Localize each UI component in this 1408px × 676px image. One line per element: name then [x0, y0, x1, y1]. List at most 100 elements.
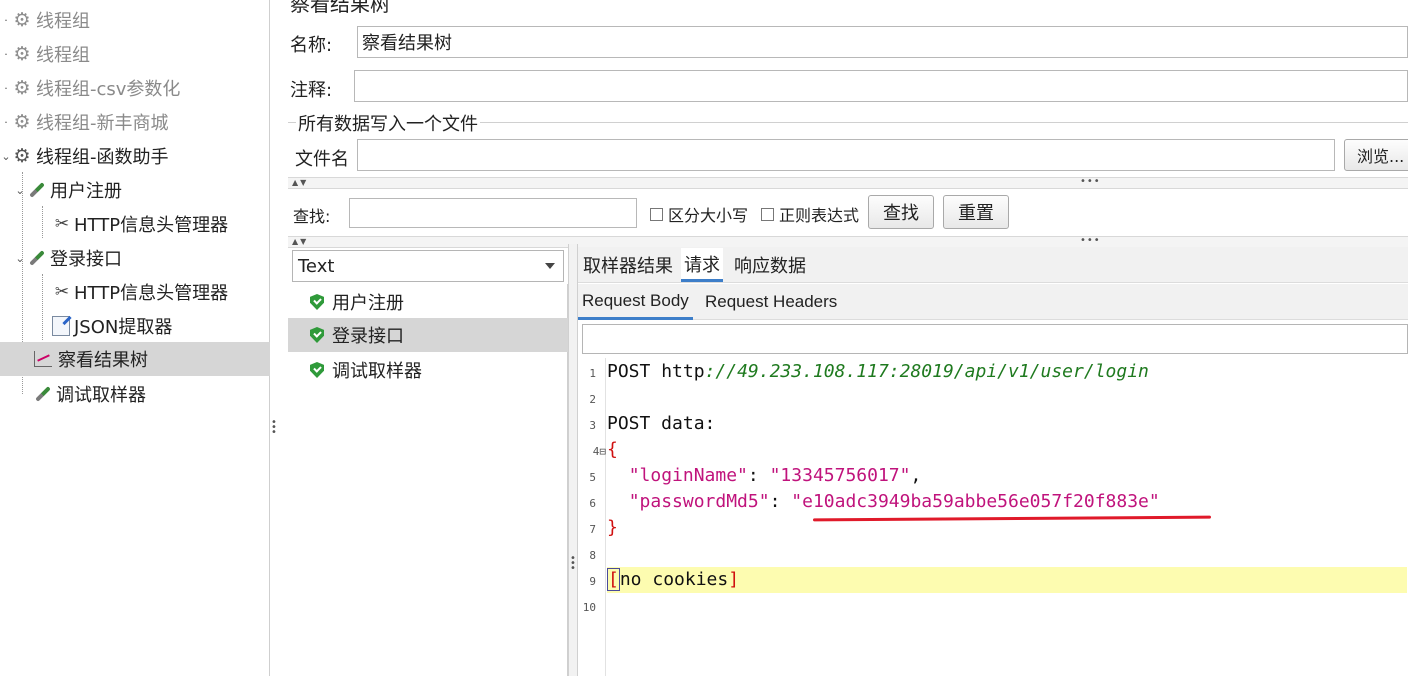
vertical-splitter[interactable]: [568, 244, 578, 676]
tree-item-register-sampler[interactable]: ⌄ 用户注册: [14, 173, 270, 207]
json-extractor-icon: [52, 316, 70, 336]
gear-icon: ⚙: [13, 111, 31, 133]
checkbox-box[interactable]: [650, 207, 663, 221]
tab-sampler-result[interactable]: 取样器结果: [580, 248, 676, 282]
tree-item-header-manager[interactable]: ✂ HTTP信息头管理器: [52, 275, 270, 309]
case-sensitive-checkbox[interactable]: 区分大小写: [650, 202, 748, 226]
code-line-open-brace: {: [607, 439, 618, 460]
collapse-arrows-icon[interactable]: ▲▼: [292, 178, 308, 187]
tree-item-debug-sampler[interactable]: 调试取样器: [32, 377, 270, 411]
list-item[interactable]: 用户注册: [288, 285, 568, 319]
gear-icon: ⚙: [13, 9, 31, 31]
json-key: "loginName": [628, 465, 748, 486]
case-sensitive-label: 区分大小写: [668, 206, 749, 225]
regex-label: 正则表达式: [779, 206, 860, 225]
code-line-post-data: POST data:: [607, 413, 716, 434]
collapsed-icon[interactable]: ·: [0, 48, 12, 61]
search-field[interactable]: [349, 198, 637, 228]
tree-item-label: 线程组-csv参数化: [36, 79, 181, 100]
url-scheme: http: [661, 361, 705, 382]
chevron-down-icon[interactable]: ⌄: [0, 150, 12, 163]
sample-label: 用户注册: [332, 293, 404, 314]
tab-request-body[interactable]: Request Body: [578, 284, 693, 320]
json-key: "passwordMd5": [628, 491, 770, 512]
line-number: 7: [589, 523, 596, 536]
regex-checkbox[interactable]: 正则表达式: [761, 202, 859, 226]
tab-response-data[interactable]: 响应数据: [731, 248, 809, 282]
success-shield-icon: [310, 362, 324, 378]
collapsed-icon[interactable]: ·: [0, 14, 12, 27]
name-label: 名称:: [290, 35, 333, 56]
chevron-down-icon[interactable]: ⌄: [14, 252, 26, 265]
request-url: ://49.233.108.117:28019/api/v1/user/logi…: [704, 361, 1149, 382]
render-mode-value: Text: [298, 255, 335, 277]
tree-item-label: 调试取样器: [56, 385, 146, 406]
tree-item-label: 线程组: [36, 11, 90, 32]
gear-icon: ⚙: [13, 145, 31, 167]
code-line-cookies: [no cookies]: [607, 567, 1407, 593]
tree-item-login-sampler[interactable]: ⌄ 登录接口: [14, 241, 270, 275]
collapse-arrows-icon[interactable]: ▲▼: [292, 237, 308, 246]
tree-item-view-results-tree[interactable]: 察看结果树: [0, 342, 270, 376]
test-plan-tree[interactable]: · ⚙ 线程组 · ⚙ 线程组 · ⚙ 线程组-csv参数化 · ⚙ 线程组-新…: [0, 0, 270, 676]
list-item[interactable]: 登录接口: [288, 318, 568, 352]
tree-item-thread-group-csv[interactable]: · ⚙ 线程组-csv参数化: [0, 71, 270, 105]
tab-request-headers[interactable]: Request Headers: [701, 284, 841, 320]
line-number: 3: [589, 419, 596, 432]
success-shield-icon: [310, 327, 324, 343]
code-line-login-name: "loginName": "13345756017",: [628, 465, 922, 486]
reset-button[interactable]: 重置: [943, 195, 1009, 229]
tree-item-label: 用户注册: [50, 181, 122, 202]
chevron-down-icon[interactable]: [545, 263, 555, 269]
tree-item-label: 线程组: [36, 45, 90, 66]
render-mode-select[interactable]: Text: [292, 250, 564, 282]
line-number: 8: [589, 549, 596, 562]
pipette-icon: [26, 248, 46, 268]
collapsed-icon[interactable]: ·: [0, 116, 12, 129]
sample-label: 登录接口: [332, 326, 404, 347]
splitter-handle[interactable]: • • •: [271, 418, 277, 438]
horizontal-splitter[interactable]: [288, 177, 1408, 189]
comment-field[interactable]: [354, 70, 1408, 102]
line-number: 5: [589, 471, 596, 484]
tree-item-header-manager[interactable]: ✂ HTTP信息头管理器: [52, 207, 270, 241]
filename-label: 文件名: [295, 149, 349, 170]
tree-item-thread-group-mall[interactable]: · ⚙ 线程组-新丰商城: [0, 105, 270, 139]
tab-request[interactable]: 请求: [681, 248, 723, 282]
bracket-close: ]: [728, 569, 740, 590]
tree-item-label: HTTP信息头管理器: [74, 283, 229, 304]
tree-item-thread-group-functions[interactable]: ⌄ ⚙ 线程组-函数助手: [0, 139, 270, 173]
line-number: 6: [589, 497, 596, 510]
gear-icon: ⚙: [13, 43, 31, 65]
name-field[interactable]: 察看结果树: [357, 26, 1408, 58]
tools-icon: ✂: [54, 282, 70, 302]
name-field-value: 察看结果树: [362, 33, 452, 54]
tree-item-label: 线程组-新丰商城: [36, 113, 169, 134]
line-number-fold[interactable]: 4⊟: [578, 439, 606, 465]
gear-icon: ⚙: [13, 77, 31, 99]
code-line-password: "passwordMd5": "e10adc3949ba59abbe56e057…: [628, 491, 1160, 512]
tree-item-json-extractor[interactable]: JSON提取器: [52, 309, 270, 343]
filename-field[interactable]: [357, 139, 1335, 171]
tree-item-thread-group[interactable]: · ⚙ 线程组: [0, 37, 270, 71]
splitter-grip-icon[interactable]: •••: [1080, 176, 1101, 187]
list-item[interactable]: 调试取样器: [288, 353, 568, 387]
checkbox-box[interactable]: [761, 207, 774, 221]
splitter-grip-icon[interactable]: •••: [570, 554, 576, 574]
http-method: POST: [607, 361, 651, 382]
tree-item-label: JSON提取器: [74, 317, 173, 338]
collapsed-icon[interactable]: ·: [0, 82, 12, 95]
sample-results-list[interactable]: 用户注册 登录接口 调试取样器: [288, 284, 568, 676]
tree-item-label: 登录接口: [50, 249, 122, 270]
body-search-input[interactable]: [582, 324, 1408, 354]
find-button[interactable]: 查找: [868, 195, 934, 229]
chevron-down-icon[interactable]: ⌄: [14, 184, 26, 197]
tree-item-thread-group[interactable]: · ⚙ 线程组: [0, 3, 270, 37]
splitter-grip-icon[interactable]: •••: [1080, 235, 1101, 246]
code-line-request: POST http://49.233.108.117:28019/api/v1/…: [607, 359, 1407, 385]
graph-icon: [34, 351, 52, 367]
success-shield-icon: [310, 294, 324, 310]
panel-title: 察看结果树: [290, 0, 390, 16]
browse-button[interactable]: 浏览...: [1344, 139, 1408, 171]
sample-label: 调试取样器: [332, 361, 422, 382]
